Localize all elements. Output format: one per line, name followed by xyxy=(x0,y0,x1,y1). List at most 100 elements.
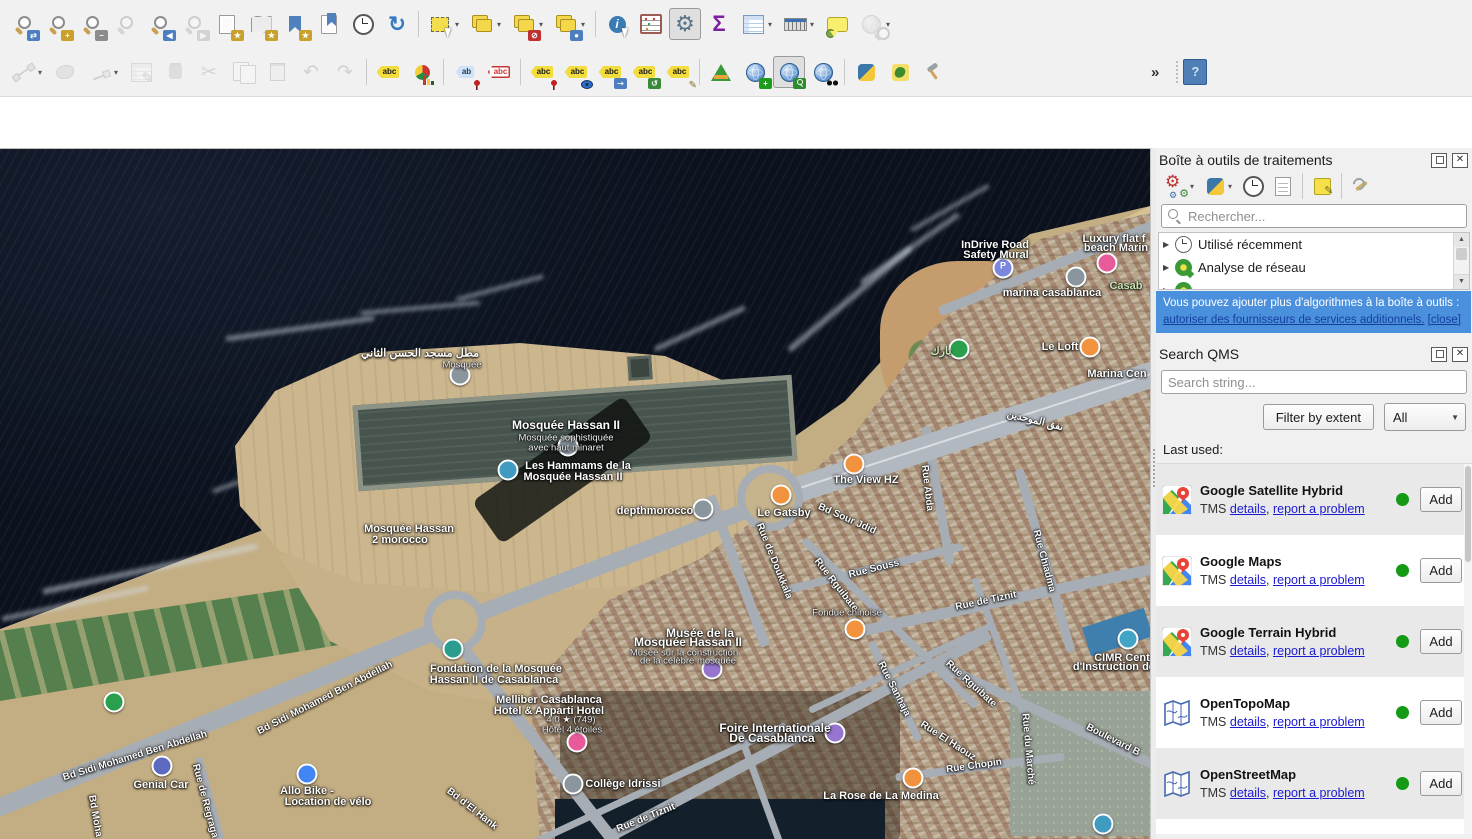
pin-unpin-labels-button[interactable]: ab xyxy=(449,56,481,88)
scroll-thumb[interactable] xyxy=(1456,248,1467,260)
add-service-button[interactable]: Add xyxy=(1420,629,1462,654)
search-geo-services-button[interactable] xyxy=(807,56,839,88)
add-service-button[interactable]: Add xyxy=(1420,771,1462,796)
close-banner-link[interactable]: [close] xyxy=(1428,314,1461,326)
float-panel-button[interactable] xyxy=(1431,153,1447,168)
processing-search xyxy=(1161,204,1467,228)
processing-search-input[interactable] xyxy=(1161,204,1467,228)
report-problem-link[interactable]: report a problem xyxy=(1273,715,1365,729)
scroll-thumb[interactable] xyxy=(1465,466,1471,562)
profile-tool-button[interactable] xyxy=(705,56,737,88)
processing-toolbox-button[interactable]: ⚙ xyxy=(669,8,701,40)
refresh-map-button[interactable]: ↻ xyxy=(381,8,413,40)
select-features-button[interactable] xyxy=(424,8,456,40)
help-button[interactable]: ? xyxy=(1183,59,1207,85)
close-panel-button[interactable] xyxy=(1452,347,1468,362)
service-row-google-maps[interactable]: Google Maps TMS details, report a proble… xyxy=(1156,535,1472,606)
new-spatial-bookmark-button[interactable]: ★ xyxy=(211,8,243,40)
qms-search-input[interactable] xyxy=(1161,370,1467,394)
show-sum-of-features-button[interactable]: Σ xyxy=(703,8,735,40)
statistical-summary-button[interactable] xyxy=(635,8,667,40)
zoom-full-extent-button[interactable]: ⇄ xyxy=(7,8,39,40)
toolbar-overflow-button[interactable]: » xyxy=(1151,64,1159,81)
measure-line-button[interactable] xyxy=(779,8,811,40)
add-service-button[interactable]: Add xyxy=(1420,487,1462,512)
move-label-button[interactable]: abc xyxy=(526,56,558,88)
details-link[interactable]: details xyxy=(1230,573,1266,587)
open-attribute-table-dropdown[interactable]: ▾ xyxy=(768,20,777,29)
identify-features-button[interactable]: i xyxy=(601,8,633,40)
filter-by-extent-button[interactable]: Filter by extent xyxy=(1263,404,1374,430)
service-list-scrollbar[interactable] xyxy=(1464,464,1472,834)
cut-features-icon: ✂ xyxy=(201,61,217,84)
highlight-pinned-labels-button[interactable]: abc xyxy=(483,56,515,88)
report-problem-link[interactable]: report a problem xyxy=(1273,573,1365,587)
options-button[interactable] xyxy=(1347,172,1375,200)
qms-add-service-button[interactable]: + xyxy=(739,56,771,88)
details-link[interactable]: details xyxy=(1230,715,1266,729)
map-canvas[interactable]: مطل مسجد الحسن الثانيMosquéeMosquée Hass… xyxy=(0,148,1150,839)
tree-item-partial[interactable]: ▶ xyxy=(1159,279,1469,290)
show-bookmarks-button[interactable]: ★ xyxy=(245,8,277,40)
open-attribute-table-button[interactable] xyxy=(737,8,769,40)
select-features-by-value-dropdown[interactable]: ▾ xyxy=(497,20,506,29)
deselect-features-dropdown[interactable]: ▾ xyxy=(539,20,548,29)
digitize-with-segment-dropdown[interactable]: ▾ xyxy=(38,68,47,77)
results-viewer-button[interactable] xyxy=(1269,172,1297,200)
service-row-google-satellite-hybrid[interactable]: Google Satellite Hybrid TMS details, rep… xyxy=(1156,464,1472,535)
vertex-tool-dropdown[interactable]: ▾ xyxy=(114,68,123,77)
scroll-down-icon[interactable]: ▼ xyxy=(1454,274,1469,289)
details-link[interactable]: details xyxy=(1230,644,1266,658)
show-hide-labels-button[interactable]: abc xyxy=(560,56,592,88)
report-problem-link[interactable]: report a problem xyxy=(1273,786,1365,800)
add-service-button[interactable]: Add xyxy=(1420,700,1462,725)
zoom-out-button[interactable]: − xyxy=(75,8,107,40)
edit-features-inplace-button[interactable] xyxy=(1308,172,1336,200)
deselect-features-button[interactable]: ⊘ xyxy=(508,8,540,40)
zoom-last-button[interactable]: ◀ xyxy=(143,8,175,40)
move-label-diagram-button[interactable]: abc➝ xyxy=(594,56,626,88)
layer-diagram-options-button[interactable] xyxy=(406,56,438,88)
expander-icon[interactable]: ▶ xyxy=(1163,240,1175,249)
close-panel-button[interactable] xyxy=(1452,153,1468,168)
models-menu-button[interactable]: ⚙⚙⚙ xyxy=(1163,172,1191,200)
show-bookmarks-panel-button[interactable] xyxy=(313,8,345,40)
change-label-properties-button[interactable]: abc✎ xyxy=(662,56,694,88)
details-link[interactable]: details xyxy=(1230,502,1266,516)
scripts-menu-button[interactable] xyxy=(1201,172,1229,200)
report-problem-link[interactable]: report a problem xyxy=(1273,502,1365,516)
osm-plugin-button[interactable] xyxy=(884,56,916,88)
report-problem-link[interactable]: report a problem xyxy=(1273,644,1365,658)
measure-line-dropdown[interactable]: ▾ xyxy=(810,20,819,29)
service-row-openstreetmap[interactable]: OpenStreetMap TMS details, report a prob… xyxy=(1156,748,1472,819)
zoom-in-button[interactable]: + xyxy=(41,8,73,40)
python-console-button[interactable] xyxy=(850,56,882,88)
select-features-dropdown[interactable]: ▾ xyxy=(455,20,464,29)
tree-item-recently-used[interactable]: ▶ Utilisé récemment xyxy=(1159,233,1469,256)
layer-labeling-options-button[interactable]: abc xyxy=(372,56,404,88)
scroll-up-icon[interactable]: ▲ xyxy=(1454,233,1469,247)
select-features-by-value-button[interactable] xyxy=(466,8,498,40)
expander-icon[interactable]: ▶ xyxy=(1163,286,1175,290)
map-tips-button[interactable] xyxy=(821,8,853,40)
expander-icon[interactable]: ▶ xyxy=(1163,263,1175,272)
select-by-location-dropdown[interactable]: ▾ xyxy=(581,20,590,29)
details-link[interactable]: details xyxy=(1230,786,1266,800)
tree-scrollbar[interactable]: ▲ ▼ xyxy=(1453,233,1469,289)
service-type-select[interactable]: All ▼ xyxy=(1384,403,1466,431)
history-button[interactable] xyxy=(1239,172,1267,200)
service-row-opentopomap[interactable]: OpenTopoMap TMS details, report a proble… xyxy=(1156,677,1472,748)
enable-providers-link[interactable]: autoriser des fournisseurs de services a… xyxy=(1163,314,1424,326)
select-by-location-button[interactable]: ● xyxy=(550,8,582,40)
add-service-button[interactable]: Add xyxy=(1420,558,1462,583)
rotate-label-button[interactable]: abc↺ xyxy=(628,56,660,88)
bookmark-blue-button[interactable]: ★ xyxy=(279,8,311,40)
edit-note-icon xyxy=(1314,178,1331,195)
build-tools-button[interactable] xyxy=(918,56,950,88)
float-panel-button[interactable] xyxy=(1431,347,1447,362)
service-row-google-terrain-hybrid[interactable]: Google Terrain Hybrid TMS details, repor… xyxy=(1156,606,1472,677)
tree-item-network-analysis[interactable]: ▶ Analyse de réseau xyxy=(1159,256,1469,279)
temporal-controller-button[interactable] xyxy=(347,8,379,40)
qms-search-button[interactable] xyxy=(773,56,805,88)
locator-search-dropdown[interactable]: ▾ xyxy=(886,20,895,29)
